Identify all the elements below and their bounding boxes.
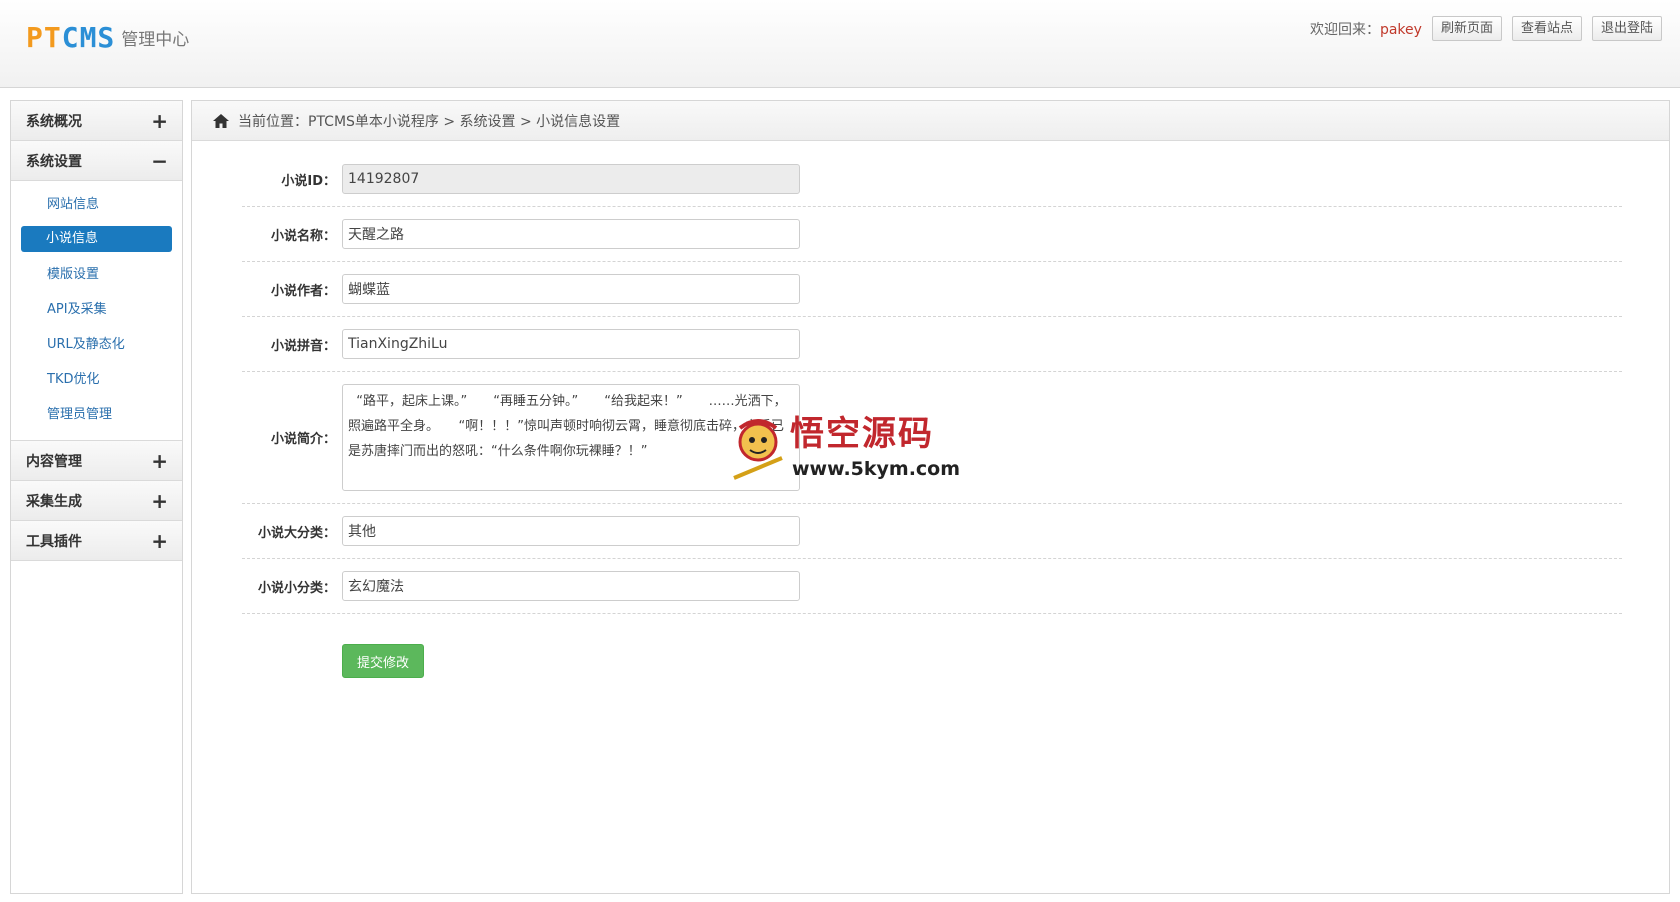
watermark-url: www.5kym.com <box>792 458 961 480</box>
sidebar-group-content[interactable]: 内容管理 + <box>11 441 182 481</box>
sidebar-item-template[interactable]: 模版设置 <box>11 257 182 292</box>
watermark-cn: 悟空源码 <box>790 414 934 454</box>
form-row-subcategory: 小说小分类： <box>242 559 1622 614</box>
expand-icon: + <box>151 528 168 553</box>
view-site-button[interactable]: 查看站点 <box>1511 16 1582 41</box>
collapse-icon: − <box>151 148 168 173</box>
sidebar-group-overview[interactable]: 系统概况 + <box>11 101 182 141</box>
logout-button[interactable]: 退出登陆 <box>1591 16 1662 41</box>
sidebar-group-tools[interactable]: 工具插件 + <box>11 521 182 561</box>
novel-category-label: 小说大分类： <box>257 525 336 541</box>
sidebar-item-novel-info[interactable]: 小说信息 <box>21 226 172 252</box>
expand-icon: + <box>151 488 168 513</box>
sidebar-item-api[interactable]: API及采集 <box>11 292 182 327</box>
novel-id-label: 小说ID： <box>281 173 336 189</box>
watermark: 悟空源码 www.5kym.com <box>728 414 960 484</box>
welcome-text: 欢迎回来：pakey <box>1309 21 1422 38</box>
sidebar-item-site-info[interactable]: 网站信息 <box>11 187 182 222</box>
sidebar-item-admin[interactable]: 管理员管理 <box>11 397 182 432</box>
form-row-name: 小说名称： <box>242 207 1622 262</box>
novel-subcategory-label: 小说小分类： <box>257 580 336 596</box>
sidebar-group-collect[interactable]: 采集生成 + <box>11 481 182 521</box>
novel-intro-label: 小说简介： <box>270 432 336 447</box>
refresh-page-button[interactable]: 刷新页面 <box>1431 16 1502 41</box>
sidebar-item-url[interactable]: URL及静态化 <box>11 327 182 362</box>
novel-name-input[interactable] <box>342 219 800 249</box>
ptcms-logo: PTCMS <box>26 21 116 54</box>
breadcrumb: 当前位置：PTCMS单本小说程序 > 系统设置 > 小说信息设置 <box>192 101 1669 141</box>
novel-pinyin-label: 小说拼音： <box>270 338 336 354</box>
expand-icon: + <box>151 448 168 473</box>
settings-sub-list: 网站信息 小说信息 模版设置 API及采集 URL及静态化 TKD优化 管理员管… <box>11 181 182 441</box>
novel-id-input[interactable] <box>342 164 800 194</box>
user-area: 欢迎回来：pakey 刷新页面 查看站点 退出登陆 <box>1310 16 1662 41</box>
novel-author-input[interactable] <box>342 274 800 304</box>
username[interactable]: pakey <box>1380 22 1422 38</box>
home-icon <box>213 113 229 128</box>
sidebar-item-tkd[interactable]: TKD优化 <box>11 362 182 397</box>
novel-category-input[interactable] <box>342 516 800 546</box>
logo-subtitle: 管理中心 <box>121 30 190 50</box>
sidebar-group-settings[interactable]: 系统设置 − <box>11 141 182 181</box>
main-panel: 当前位置：PTCMS单本小说程序 > 系统设置 > 小说信息设置 小说ID： 小… <box>191 100 1670 894</box>
top-header: PTCMS 管理中心 欢迎回来：pakey 刷新页面 查看站点 退出登陆 <box>0 0 1680 88</box>
form-row-category: 小说大分类： <box>242 504 1622 559</box>
novel-subcategory-input[interactable] <box>342 571 800 601</box>
novel-pinyin-input[interactable] <box>342 329 800 359</box>
form-row-pinyin: 小说拼音： <box>242 317 1622 372</box>
novel-name-label: 小说名称： <box>270 228 336 244</box>
form-row-author: 小说作者： <box>242 262 1622 317</box>
submit-row: 提交修改 <box>242 614 1622 678</box>
sidebar: 系统概况 + 系统设置 − 网站信息 小说信息 模版设置 API及采集 URL及… <box>10 100 183 894</box>
form-row-id: 小说ID： <box>242 152 1622 207</box>
expand-icon: + <box>151 108 168 133</box>
submit-button[interactable]: 提交修改 <box>342 644 424 678</box>
novel-author-label: 小说作者： <box>270 283 336 299</box>
monkey-king-logo-icon <box>733 419 783 480</box>
logo: PTCMS 管理中心 <box>26 22 189 52</box>
